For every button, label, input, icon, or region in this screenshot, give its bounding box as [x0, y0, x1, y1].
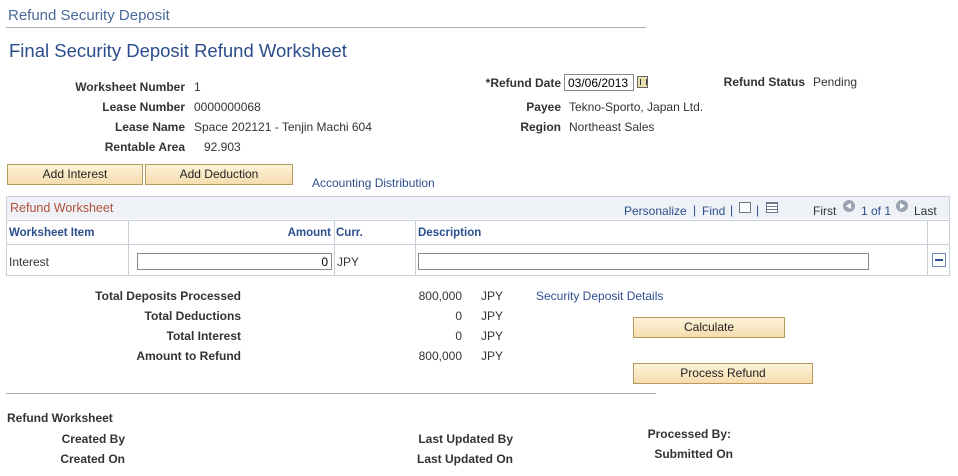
processed-by-label: Processed By: — [647, 427, 731, 441]
total-interest-label: Total Interest — [166, 329, 241, 343]
first-label: First — [813, 204, 837, 218]
column-divider — [415, 220, 416, 276]
find-link[interactable]: Find — [702, 204, 725, 218]
column-divider — [927, 220, 928, 276]
column-header-worksheet-item[interactable]: Worksheet Item — [9, 227, 94, 239]
amount-to-refund-currency: JPY — [481, 349, 504, 363]
view-all-icon[interactable] — [739, 202, 751, 213]
refund-date-input[interactable] — [564, 74, 634, 91]
calculate-button[interactable]: Calculate — [633, 317, 785, 338]
description-input[interactable] — [418, 253, 869, 270]
page-title: Final Security Deposit Refund Worksheet — [9, 40, 347, 61]
grid-toolbar-separator: | — [693, 203, 697, 217]
payee-value: Tekno-Sporto, Japan Ltd. — [569, 100, 704, 114]
refund-status-label: Refund Status — [723, 75, 805, 89]
lease-number-value: 0000000068 — [194, 100, 261, 114]
amount-to-refund-value: 800,000 — [418, 349, 462, 363]
last-updated-on-label: Last Updated On — [416, 452, 513, 466]
add-deduction-button[interactable]: Add Deduction — [145, 164, 293, 185]
created-on-label: Created On — [60, 452, 125, 466]
region-value: Northeast Sales — [569, 120, 655, 134]
total-deductions-currency: JPY — [481, 309, 504, 323]
payee-label: Payee — [526, 100, 561, 114]
total-interest-value: 0 — [455, 329, 462, 343]
refund-date-label: *Refund Date — [485, 76, 561, 90]
personalize-link[interactable]: Personalize — [624, 204, 687, 218]
column-divider — [128, 220, 129, 276]
security-deposit-details-link[interactable]: Security Deposit Details — [536, 289, 663, 303]
column-divider — [334, 220, 335, 276]
total-deposits-label: Total Deposits Processed — [95, 289, 241, 303]
section-divider — [6, 393, 656, 394]
accounting-distribution-link[interactable]: Accounting Distribution — [312, 176, 435, 190]
total-deposits-currency: JPY — [481, 289, 504, 303]
grid-toolbar-separator: | — [756, 203, 760, 217]
last-label: Last — [914, 204, 937, 218]
footer-section-title: Refund Worksheet — [7, 411, 113, 425]
rentable-area-value: 92.903 — [204, 140, 241, 154]
total-deposits-value: 800,000 — [418, 289, 462, 303]
lease-name-value: Space 202121 - Tenjin Machi 604 — [194, 120, 372, 134]
process-refund-button[interactable]: Process Refund — [633, 363, 813, 384]
worksheet-number-label: Worksheet Number — [75, 80, 185, 94]
amount-input[interactable] — [137, 253, 332, 270]
total-deductions-value: 0 — [455, 309, 462, 323]
refund-status-value: Pending — [813, 75, 858, 89]
row-range: 1 of 1 — [861, 204, 892, 218]
total-deductions-label: Total Deductions — [144, 309, 241, 323]
download-icon[interactable] — [766, 202, 778, 213]
currency-cell: JPY — [337, 255, 360, 269]
previous-icon[interactable] — [843, 200, 855, 212]
last-updated-by-label: Last Updated By — [418, 432, 513, 446]
worksheet-number-value: 1 — [194, 80, 201, 94]
rentable-area-label: Rentable Area — [104, 140, 185, 154]
next-icon[interactable] — [896, 200, 908, 212]
add-interest-button[interactable]: Add Interest — [7, 164, 143, 185]
region-label: Region — [520, 120, 561, 134]
lease-number-label: Lease Number — [102, 100, 185, 114]
header-divider — [6, 27, 646, 28]
amount-to-refund-label: Amount to Refund — [136, 349, 241, 363]
calendar-icon[interactable] — [637, 76, 648, 88]
column-header-amount[interactable]: Amount — [288, 227, 331, 239]
page-header: Refund Security Deposit — [8, 7, 170, 24]
lease-name-label: Lease Name — [114, 120, 185, 134]
delete-row-icon[interactable] — [932, 253, 946, 267]
column-header-currency[interactable]: Curr. — [336, 227, 363, 239]
grid-title: Refund Worksheet — [10, 201, 114, 215]
submitted-on-label: Submitted On — [654, 447, 733, 461]
grid-header-bar — [7, 197, 949, 219]
total-interest-currency: JPY — [481, 329, 504, 343]
created-by-label: Created By — [61, 432, 125, 446]
grid-toolbar-separator: | — [730, 203, 734, 217]
column-header-description[interactable]: Description — [418, 227, 481, 239]
worksheet-item-cell: Interest — [9, 255, 50, 269]
